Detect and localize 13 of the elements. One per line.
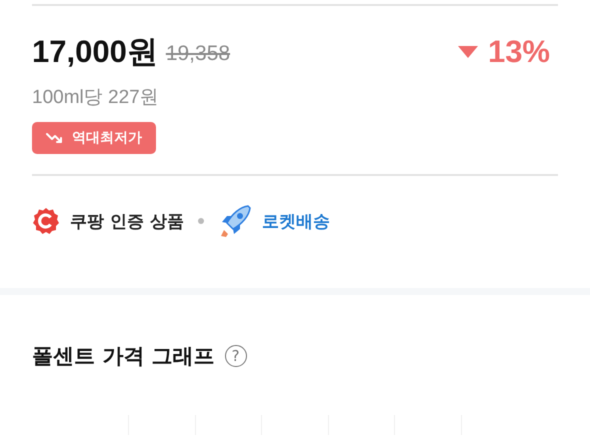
discount-rate: 13% — [488, 34, 550, 70]
current-price: 17,000원 — [32, 33, 158, 71]
lowest-price-badge: 역대최저가 — [32, 122, 156, 154]
certified-product-label: 쿠팡 인증 상품 — [70, 210, 184, 232]
graph-title: 폴센트 가격 그래프 — [32, 343, 215, 370]
help-icon[interactable]: ? — [224, 345, 247, 367]
trend-down-icon — [46, 132, 64, 144]
unit-price: 100ml당 227원 — [32, 86, 160, 110]
rocket-delivery-label: 로켓배송 — [262, 210, 330, 232]
down-triangle-icon — [458, 46, 478, 58]
separator-dot — [198, 218, 204, 224]
original-price: 19,358 — [166, 42, 230, 66]
certified-badge-icon — [32, 207, 60, 235]
